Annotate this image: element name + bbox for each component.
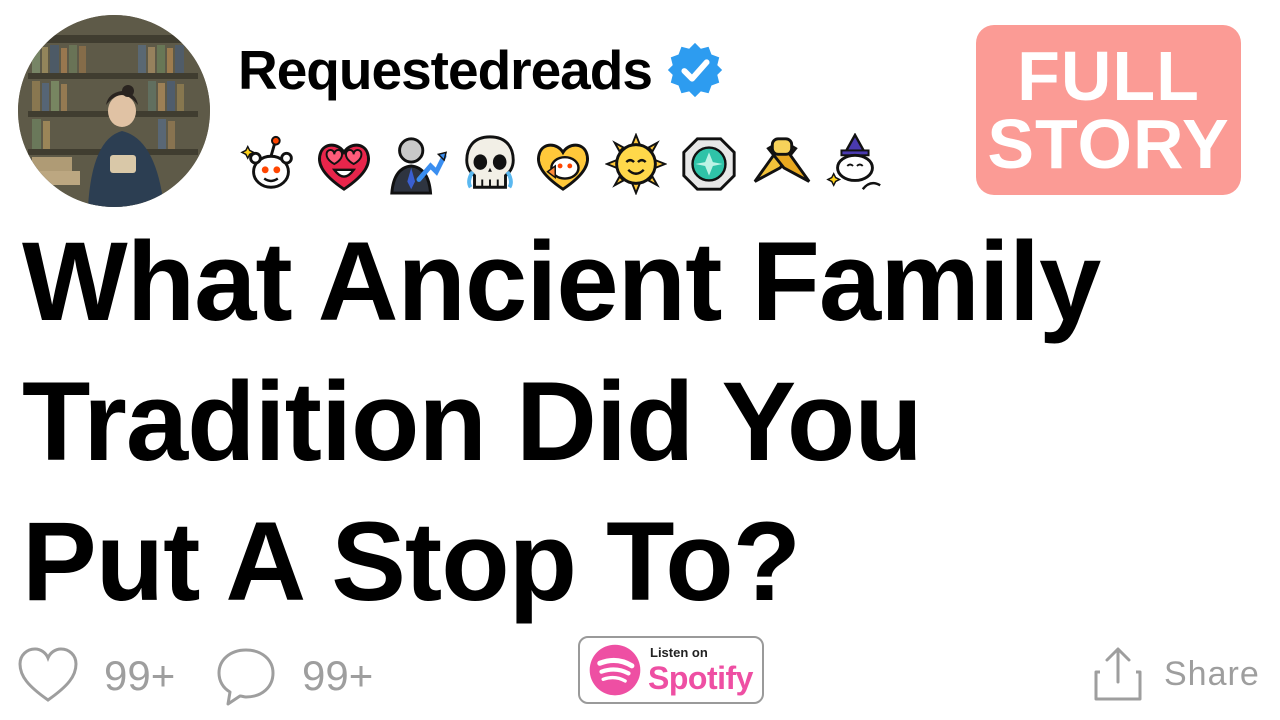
snoo-sparkle-award-icon <box>240 135 293 189</box>
username-row: Requestedreads <box>238 35 726 105</box>
wizard-snoo-award-icon <box>826 133 881 190</box>
avatar[interactable] <box>18 15 210 207</box>
spotify-caption: Listen on <box>650 645 708 660</box>
share-icon <box>1094 647 1142 701</box>
comments-count: 99+ <box>302 652 374 699</box>
gem-award-icon <box>682 137 736 191</box>
heart-snoo-award-icon <box>537 143 589 191</box>
title-line-2: Tradition Did You <box>22 359 923 484</box>
awards-row <box>240 128 886 200</box>
likes-count: 99+ <box>104 652 176 699</box>
share-button[interactable]: Share <box>1092 646 1260 702</box>
stonks-award-icon <box>390 137 448 195</box>
listen-on-spotify-button[interactable]: Listen on Spotify <box>578 636 764 704</box>
title-line-1: What Ancient Family <box>22 219 1101 344</box>
title-line-3: Put A Stop To? <box>22 499 801 624</box>
comment-bubble-icon <box>217 648 275 706</box>
post-footer: 99+ 99+ Listen on Spotify Share <box>0 630 1280 720</box>
share-label: Share <box>1164 654 1260 693</box>
sun-face-award-icon <box>605 133 667 195</box>
spotify-brand: Spotify <box>648 660 753 696</box>
heart-eyes-award-icon <box>318 143 370 191</box>
heart-icon <box>18 647 78 702</box>
comment-button[interactable]: 99+ <box>214 644 373 708</box>
full-story-line2: STORY <box>987 105 1230 183</box>
username[interactable]: Requestedreads <box>238 38 653 102</box>
post-title: What Ancient Family Tradition Did You Pu… <box>22 212 1272 632</box>
handshake-award-icon <box>753 137 811 183</box>
like-button[interactable]: 99+ <box>16 644 175 708</box>
verified-check-icon <box>667 42 723 98</box>
full-story-badge[interactable]: FULL STORY <box>976 25 1241 195</box>
crying-skull-award-icon <box>465 135 515 189</box>
spotify-icon <box>589 644 641 696</box>
full-story-line1: FULL <box>1017 37 1200 115</box>
